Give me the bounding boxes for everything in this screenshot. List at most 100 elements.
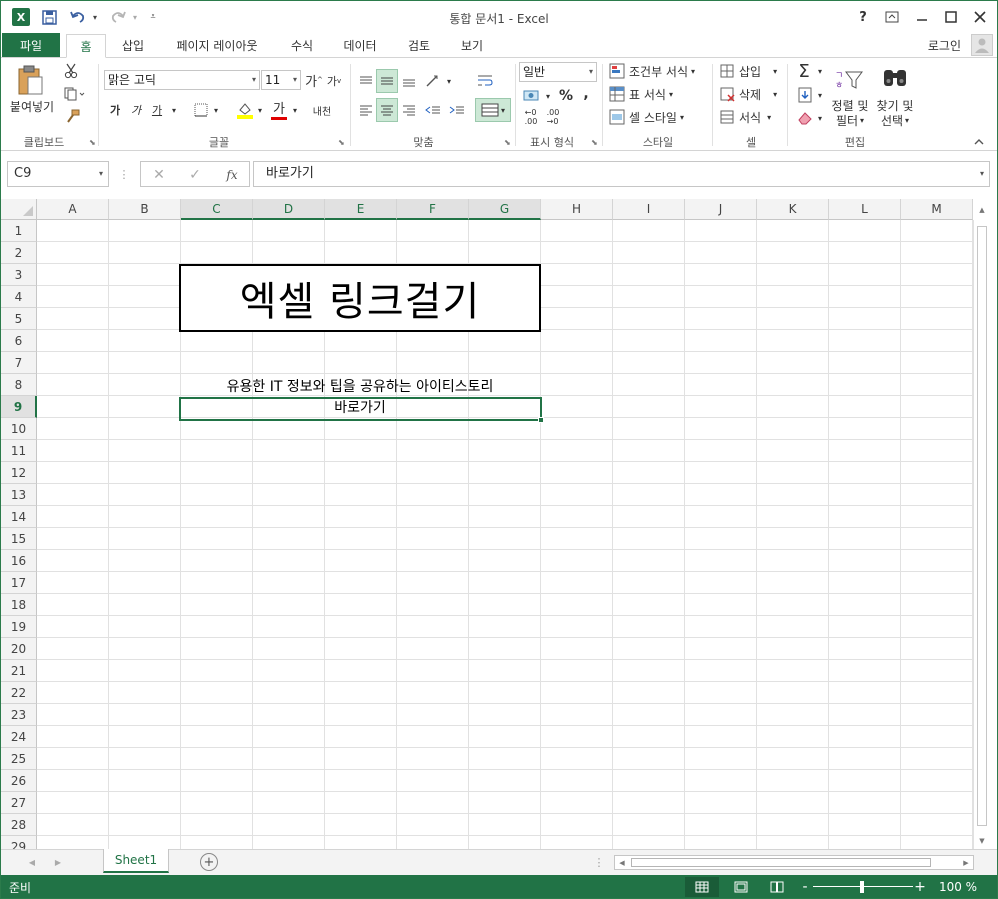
chevron-down-icon[interactable]: ▾ [211, 101, 221, 119]
login-link[interactable]: 로그인 [928, 37, 961, 54]
chevron-down-icon[interactable]: ▾ [255, 101, 265, 119]
increase-indent-icon[interactable] [447, 99, 467, 121]
column-header-e[interactable]: E [325, 199, 397, 220]
page-layout-view-icon[interactable] [729, 877, 753, 897]
row-header-27[interactable]: 27 [1, 792, 37, 814]
spreadsheet-grid[interactable]: A B C D E F G H I J K L M 1 2 3 4 5 6 7 8 9 10 11 12 13 14 15 16 17 18… [1, 199, 997, 849]
tab-page-layout[interactable]: 페이지 레이아웃 [164, 33, 270, 57]
column-header-f[interactable]: F [397, 199, 469, 220]
avatar[interactable] [971, 34, 993, 56]
paste-button[interactable]: 붙여넣기 [5, 98, 59, 114]
row-header-17[interactable]: 17 [1, 572, 37, 594]
column-header-d[interactable]: D [253, 199, 325, 220]
italic-button[interactable]: 가 [128, 101, 144, 119]
orientation-icon[interactable] [423, 70, 445, 92]
chevron-down-icon[interactable]: ▾ [815, 110, 825, 126]
format-cells-button[interactable]: 서식 ▾ [719, 107, 783, 127]
column-header-i[interactable]: I [613, 199, 685, 220]
border-icon[interactable] [192, 101, 210, 119]
insert-function-icon[interactable]: fx [221, 165, 243, 185]
column-header-j[interactable]: J [685, 199, 757, 220]
conditional-format-button[interactable]: 조건부 서식 ▾ [609, 61, 705, 81]
phonetic-button[interactable]: 내천 [309, 99, 335, 121]
number-format-combo[interactable]: 일반 ▾ [519, 62, 597, 82]
column-header-l[interactable]: L [829, 199, 901, 220]
cell-styles-button[interactable]: 셀 스타일 ▾ [609, 107, 699, 127]
select-all-button[interactable] [1, 199, 37, 220]
row-header-10[interactable]: 10 [1, 418, 37, 440]
sort-filter-button[interactable]: 필터 ▾ [827, 113, 873, 128]
add-sheet-icon[interactable]: + [200, 853, 218, 871]
clipboard-launcher-icon[interactable]: ⬊ [89, 138, 96, 147]
column-header-c[interactable]: C [181, 199, 253, 220]
font-color-button[interactable]: 가 [269, 98, 289, 120]
chevron-down-icon[interactable]: ▾ [543, 88, 553, 104]
fill-color-icon[interactable] [235, 100, 255, 120]
chevron-down-icon[interactable]: ▾ [169, 101, 179, 119]
maximize-icon[interactable] [937, 5, 965, 29]
tab-file[interactable]: 파일 [2, 33, 60, 57]
row-header-1[interactable]: 1 [1, 220, 37, 242]
row-header-12[interactable]: 12 [1, 462, 37, 484]
scroll-up-icon[interactable]: ▲ [977, 206, 987, 216]
row-header-9[interactable]: 9 [1, 396, 37, 418]
tab-data[interactable]: 데이터 [334, 33, 386, 57]
row-header-19[interactable]: 19 [1, 616, 37, 638]
row-header-6[interactable]: 6 [1, 330, 37, 352]
insert-cells-button[interactable]: 삽입 ▾ [719, 61, 783, 81]
scroll-left-icon[interactable]: ◀ [617, 858, 627, 868]
sort-filter-label[interactable]: 정렬 및 [827, 98, 873, 113]
wrap-text-icon[interactable] [474, 70, 496, 92]
format-as-table-button[interactable]: 표 서식 ▾ [609, 84, 689, 104]
row-header-13[interactable]: 13 [1, 484, 37, 506]
sort-filter-icon[interactable]: ㄱㅎ [833, 66, 865, 92]
zoom-level[interactable]: 100 % [933, 877, 983, 897]
font-launcher-icon[interactable]: ⬊ [338, 138, 345, 147]
title-cell-c3[interactable]: 엑셀 링크걸기 [179, 264, 541, 332]
row-header-26[interactable]: 26 [1, 770, 37, 792]
row-header-14[interactable]: 14 [1, 506, 37, 528]
autosum-icon[interactable]: Σ [795, 61, 813, 82]
chevron-down-icon[interactable]: ▾ [290, 101, 300, 119]
fill-handle[interactable] [538, 417, 544, 423]
row-header-24[interactable]: 24 [1, 726, 37, 748]
format-painter-icon[interactable] [62, 108, 82, 126]
page-break-view-icon[interactable] [765, 877, 789, 897]
formula-bar-splitter[interactable]: ⋮ [119, 167, 130, 181]
name-box[interactable]: C9 ▾ [7, 161, 109, 187]
row-header-21[interactable]: 21 [1, 660, 37, 682]
normal-view-icon[interactable] [685, 877, 719, 897]
merge-center-icon[interactable]: ▾ [475, 98, 511, 122]
tab-view[interactable]: 보기 [452, 33, 492, 57]
close-icon[interactable] [966, 5, 994, 29]
find-select-button[interactable]: 선택 ▾ [871, 113, 919, 128]
row-header-22[interactable]: 22 [1, 682, 37, 704]
help-button[interactable]: ? [849, 5, 877, 29]
zoom-slider-thumb[interactable] [860, 881, 864, 893]
row-header-7[interactable]: 7 [1, 352, 37, 374]
delete-cells-button[interactable]: 삭제 ▾ [719, 84, 783, 104]
increase-decimal-icon[interactable]: ←0.00 [521, 108, 541, 126]
align-left-icon[interactable] [356, 99, 376, 121]
align-top-icon[interactable] [356, 70, 376, 92]
row-header-4[interactable]: 4 [1, 286, 37, 308]
tab-insert[interactable]: 삽입 [114, 33, 152, 57]
horizontal-scroll-thumb[interactable] [631, 858, 931, 867]
zoom-in-button[interactable]: + [914, 877, 926, 897]
column-header-h[interactable]: H [541, 199, 613, 220]
comma-button[interactable]: , [579, 84, 593, 104]
tab-splitter[interactable]: ⋮ [593, 855, 605, 869]
chevron-down-icon[interactable]: ▾ [815, 63, 825, 79]
column-header-m[interactable]: M [901, 199, 973, 220]
column-header-a[interactable]: A [37, 199, 109, 220]
row-header-20[interactable]: 20 [1, 638, 37, 660]
zoom-out-button[interactable]: - [799, 877, 811, 897]
next-sheet-icon[interactable]: ▶ [51, 855, 65, 869]
row-header-16[interactable]: 16 [1, 550, 37, 572]
row-header-28[interactable]: 28 [1, 814, 37, 836]
enter-icon[interactable]: ✓ [185, 165, 205, 185]
row-header-3[interactable]: 3 [1, 264, 37, 286]
vertical-scroll-thumb[interactable] [977, 226, 987, 826]
row-header-8[interactable]: 8 [1, 374, 37, 396]
cancel-icon[interactable]: ✕ [149, 165, 169, 185]
